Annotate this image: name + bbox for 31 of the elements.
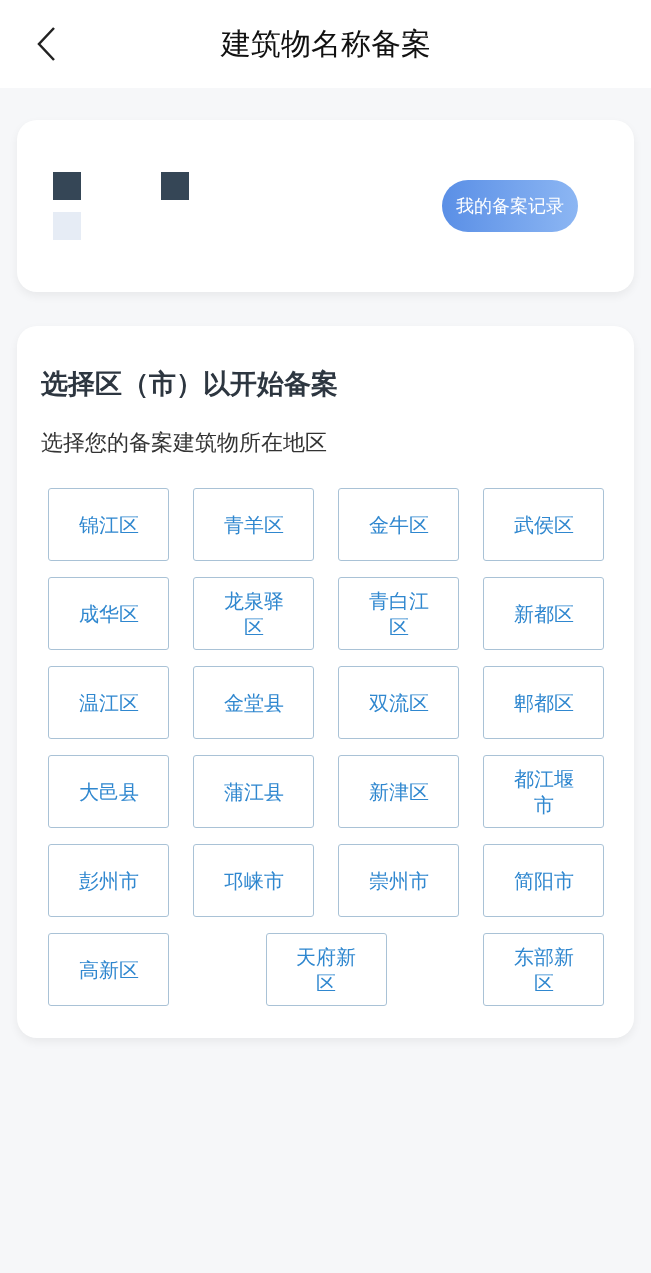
region-button[interactable]: 蒲江县 [193,755,314,828]
region-button[interactable]: 温江区 [48,666,169,739]
region-button[interactable]: 新都区 [483,577,604,650]
region-button[interactable]: 金堂县 [193,666,314,739]
redacted-block [161,172,189,200]
region-button[interactable]: 武侯区 [483,488,604,561]
section-title: 选择区（市）以开始备案 [41,367,339,401]
region-button[interactable]: 大邑县 [48,755,169,828]
page-title: 建筑物名称备案 [220,24,431,63]
section-subtitle: 选择您的备案建筑物所在地区 [41,429,328,457]
region-button[interactable]: 高新区 [48,933,169,1006]
region-button[interactable]: 彭州市 [48,844,169,917]
region-button[interactable]: 天府新区 [265,933,387,1006]
region-button[interactable]: 东部新区 [483,933,604,1006]
region-button[interactable]: 锦江区 [48,488,169,561]
region-button[interactable]: 金牛区 [338,488,459,561]
redacted-block [53,212,81,240]
my-records-button[interactable]: 我的备案记录 [442,180,578,232]
region-button[interactable]: 都江堰市 [483,755,604,828]
redacted-block [53,172,81,200]
region-button[interactable]: 新津区 [338,755,459,828]
region-button[interactable]: 龙泉驿区 [193,577,314,650]
region-button[interactable]: 双流区 [338,666,459,739]
back-chevron-icon [36,26,56,62]
region-button[interactable]: 简阳市 [483,844,604,917]
region-button[interactable]: 邛崃市 [193,844,314,917]
region-button[interactable]: 青白江区 [338,577,459,650]
region-button[interactable]: 成华区 [48,577,169,650]
region-button[interactable]: 崇州市 [338,844,459,917]
region-button[interactable]: 郫都区 [483,666,604,739]
region-button[interactable]: 青羊区 [193,488,314,561]
